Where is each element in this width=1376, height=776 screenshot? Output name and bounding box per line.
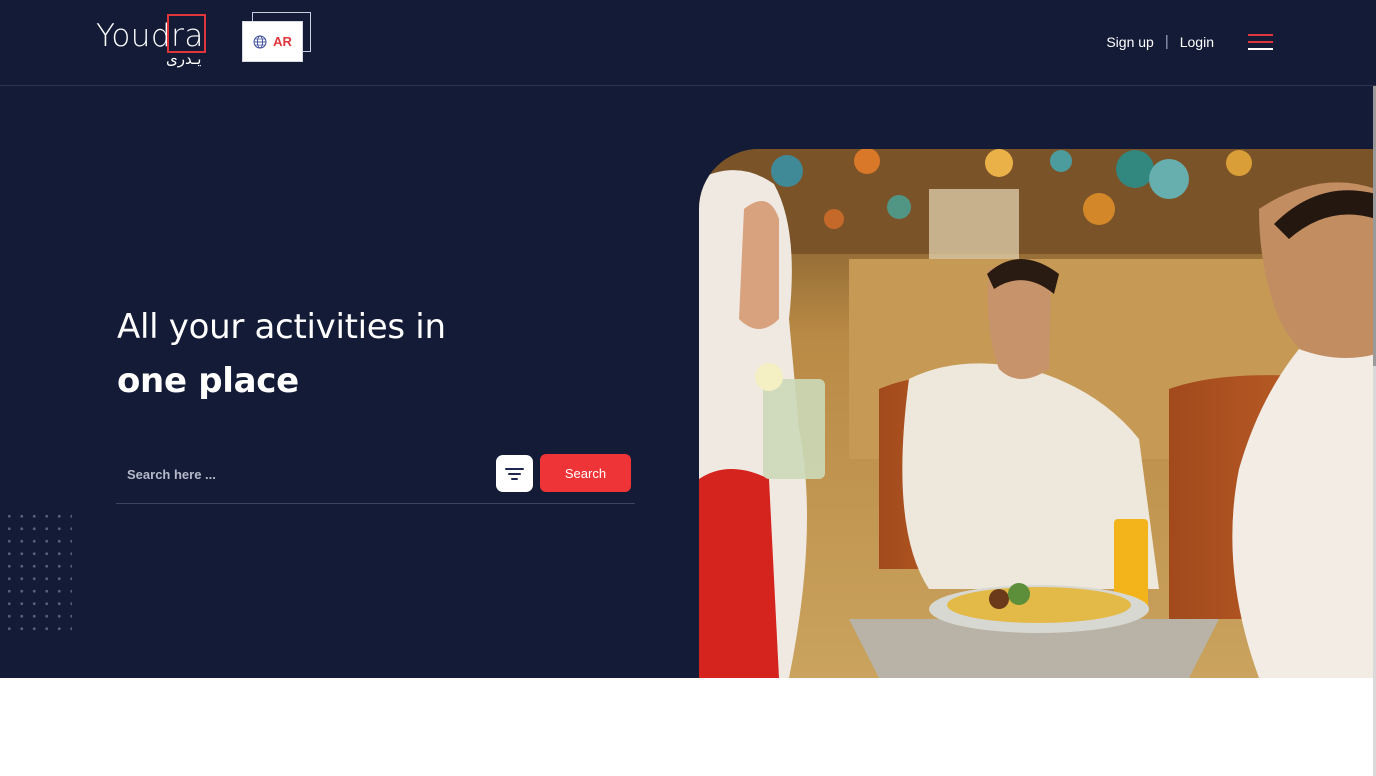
auth-links: Sign up | Login <box>1106 33 1214 50</box>
filter-icon-line-2 <box>508 473 521 475</box>
language-switcher: AR <box>242 12 312 64</box>
menu-bar-bottom <box>1248 48 1273 50</box>
hero-photo <box>699 149 1376 678</box>
search-bar: Search <box>116 450 635 504</box>
search-input[interactable] <box>116 450 486 498</box>
signup-link[interactable]: Sign up <box>1106 34 1153 50</box>
top-navbar: Youdra يـدرى AR Sign up | Login <box>0 0 1376 86</box>
language-button[interactable]: AR <box>242 21 303 62</box>
globe-icon <box>253 35 267 48</box>
headline-line-2: one place <box>117 361 299 401</box>
restaurant-scene-image <box>699 149 1376 678</box>
filter-button[interactable] <box>496 455 533 492</box>
logo-arabic-text: يـدرى <box>166 50 202 68</box>
brand-logo[interactable]: Youdra يـدرى <box>96 14 216 74</box>
search-button[interactable]: Search <box>540 454 631 492</box>
hero-section: Youdra يـدرى AR Sign up | Login All your… <box>0 0 1376 678</box>
hero-headline: All your activities in one place <box>117 305 446 413</box>
nav-separator: | <box>1164 33 1169 50</box>
menu-bar-middle <box>1248 41 1273 43</box>
headline-line-1: All your activities in <box>117 307 446 347</box>
filter-icon-line-3 <box>511 478 518 480</box>
hamburger-menu-icon[interactable] <box>1248 34 1273 50</box>
login-link[interactable]: Login <box>1180 34 1214 50</box>
language-label: AR <box>273 34 292 49</box>
menu-bar-top <box>1248 34 1273 36</box>
logo-accent-square <box>167 14 206 53</box>
decorative-dot-grid <box>0 510 72 635</box>
filter-icon <box>505 468 524 470</box>
